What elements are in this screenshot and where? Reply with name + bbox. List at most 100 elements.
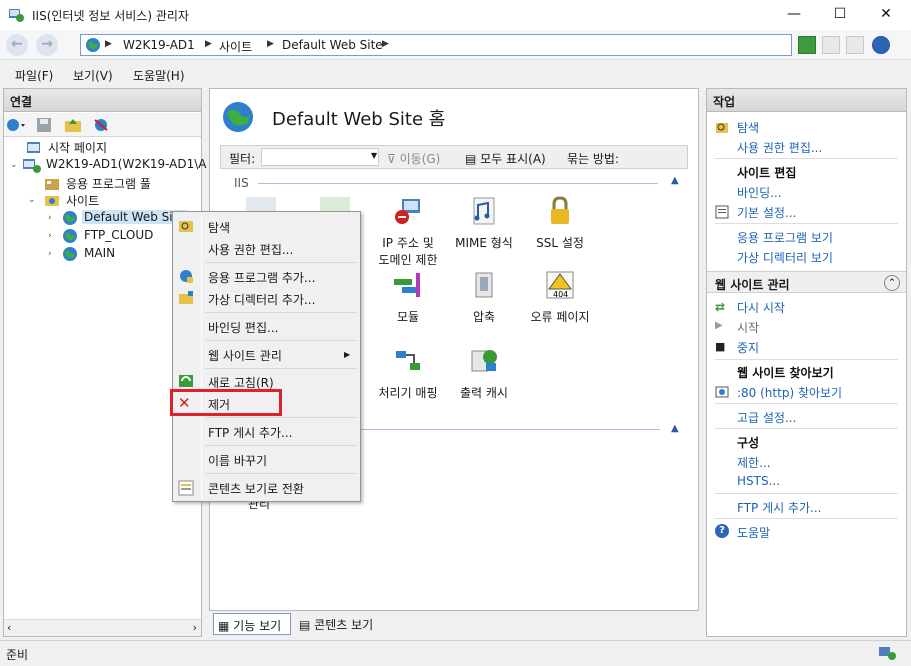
- ctx-edit-permissions[interactable]: 사용 권한 편집...: [208, 241, 293, 258]
- tab-features-view[interactable]: ▦ 기능 보기: [213, 613, 291, 635]
- configure-heading: 구성: [737, 436, 760, 450]
- globe-icon: [63, 247, 77, 261]
- action-view-applications[interactable]: 응용 프로그램 보기: [737, 229, 833, 246]
- expand-icon[interactable]: ›: [48, 231, 52, 241]
- feature-ssl[interactable]: SSL 설정: [520, 195, 600, 251]
- section-iis: IIS: [234, 176, 249, 190]
- chevron-down-icon[interactable]: ▼: [371, 151, 377, 160]
- tree-ftp-cloud[interactable]: FTP_CLOUD: [84, 228, 153, 242]
- actions-panel: 작업 탐색 사용 권한 편집... 사이트 편집 바인딩... 기본 설정...…: [706, 88, 907, 637]
- go-button[interactable]: ⊽ 이동(G): [387, 150, 440, 167]
- horizontal-scrollbar[interactable]: ‹ ›: [4, 619, 201, 636]
- refresh-icon[interactable]: [798, 36, 816, 54]
- feature-output-cache[interactable]: 출력 캐시: [444, 345, 524, 401]
- collapse-section-icon[interactable]: ▲: [671, 175, 679, 186]
- connect-icon[interactable]: [6, 117, 28, 133]
- feature-compression[interactable]: 압축: [444, 269, 524, 325]
- globe-icon: [223, 102, 253, 132]
- back-button[interactable]: ←: [6, 34, 28, 56]
- feature-ip-domain[interactable]: IP 주소 및 도메인 제한: [368, 195, 448, 268]
- ctx-add-application[interactable]: 응용 프로그램 추가...: [208, 269, 315, 286]
- warning-icon: 404: [546, 271, 574, 299]
- action-bindings[interactable]: 바인딩...: [737, 184, 782, 201]
- view-tabs: ▦ 기능 보기 ▤ 콘텐츠 보기: [209, 613, 699, 637]
- maximize-button[interactable]: ☐: [817, 0, 863, 30]
- tree-app-pools[interactable]: 응용 프로그램 풀: [66, 175, 151, 192]
- filter-input[interactable]: [261, 148, 379, 166]
- menu-view[interactable]: 보기(V): [73, 67, 113, 84]
- crumb-sites[interactable]: 사이트: [219, 38, 252, 55]
- status-text: 준비: [6, 648, 29, 662]
- page-title: Default Web Site 홈: [272, 109, 446, 130]
- action-restart[interactable]: 다시 시작: [737, 299, 785, 316]
- action-browse-80[interactable]: :80 (http) 찾아보기: [737, 384, 842, 401]
- show-all-label: 모두 표시(A): [480, 152, 546, 166]
- expand-icon[interactable]: ›: [48, 213, 52, 223]
- crumb-arrow-icon: ▶: [105, 39, 112, 49]
- content-view-icon: [178, 480, 194, 496]
- ctx-edit-bindings[interactable]: 바인딩 편집...: [208, 319, 278, 336]
- show-all-button[interactable]: ▤ 모두 표시(A): [465, 150, 546, 167]
- tree-default-web-site[interactable]: Default Web Site: [82, 210, 187, 224]
- scroll-right-icon[interactable]: ›: [193, 621, 197, 634]
- group-by-label[interactable]: 묶는 방법:: [567, 150, 619, 167]
- action-basic-settings[interactable]: 기본 설정...: [737, 204, 796, 221]
- action-start[interactable]: 시작: [737, 319, 759, 336]
- up-folder-icon[interactable]: [64, 117, 82, 133]
- app-pool-icon: [45, 179, 59, 190]
- menu-file[interactable]: 파일(F): [15, 67, 53, 84]
- ctx-switch-content-view[interactable]: 콘텐츠 보기로 전환: [208, 480, 304, 497]
- home-icon[interactable]: [846, 36, 864, 54]
- ctx-rename[interactable]: 이름 바꾸기: [208, 452, 267, 469]
- manage-site-heading-label: 웹 사이트 관리: [715, 278, 790, 292]
- ctx-add-ftp-publishing[interactable]: FTP 게시 추가...: [208, 424, 293, 441]
- ctx-add-virtual-dir[interactable]: 가상 디렉터리 추가...: [208, 291, 315, 308]
- ctx-explore[interactable]: 탐색: [208, 219, 230, 236]
- forward-button[interactable]: →: [36, 34, 58, 56]
- tab-content-view[interactable]: ▤ 콘텐츠 보기: [295, 613, 377, 635]
- action-advanced-settings[interactable]: 고급 설정...: [737, 409, 796, 426]
- menu-bar: 파일(F) 보기(V) 도움말(H): [0, 61, 911, 87]
- menu-help[interactable]: 도움말(H): [133, 67, 185, 84]
- ip-restrictions-icon: [395, 199, 420, 224]
- minimize-button[interactable]: —: [771, 0, 817, 30]
- feature-mime[interactable]: MIME 형식: [444, 195, 524, 251]
- collapse-icon[interactable]: ⌄: [10, 160, 18, 170]
- action-limits[interactable]: 제한...: [737, 454, 771, 471]
- scroll-left-icon[interactable]: ‹: [7, 621, 11, 634]
- tree-main[interactable]: MAIN: [84, 246, 115, 260]
- feature-error-pages[interactable]: 404 오류 페이지: [520, 269, 600, 325]
- collapse-icon[interactable]: ⌄: [28, 195, 36, 205]
- browse-icon: [715, 386, 729, 398]
- tree-sites[interactable]: 사이트: [66, 192, 99, 209]
- start-icon: ▶: [715, 320, 723, 331]
- refresh-icon: [179, 375, 193, 387]
- breadcrumb[interactable]: ▶ W2K19-AD1 ▶ 사이트 ▶ Default Web Site ▶: [80, 34, 792, 56]
- collapse-icon[interactable]: ⌃: [884, 275, 900, 291]
- globe-icon: [86, 38, 100, 52]
- action-edit-permissions[interactable]: 사용 권한 편집...: [737, 139, 822, 156]
- action-explore[interactable]: 탐색: [737, 119, 759, 136]
- action-view-virtual-dirs[interactable]: 가상 디렉터리 보기: [737, 249, 833, 266]
- feature-modules[interactable]: 모듈: [368, 269, 448, 325]
- action-stop[interactable]: 중지: [737, 339, 759, 356]
- output-cache-icon: [471, 350, 497, 372]
- tree-start-page[interactable]: 시작 페이지: [48, 139, 107, 156]
- action-add-ftp-publishing[interactable]: FTP 게시 추가...: [737, 499, 822, 516]
- tree-server[interactable]: W2K19-AD1(W2K19-AD1\A: [46, 157, 207, 171]
- expand-icon[interactable]: ›: [48, 249, 52, 259]
- stop-icon[interactable]: [822, 36, 840, 54]
- address-bar: ← → ▶ W2K19-AD1 ▶ 사이트 ▶ Default Web Site…: [0, 30, 911, 60]
- feature-handler-mappings[interactable]: 처리기 매핑: [368, 345, 448, 401]
- start-page-icon: [27, 142, 40, 153]
- disconnect-icon[interactable]: [92, 117, 110, 133]
- ctx-manage-site[interactable]: 웹 사이트 관리: [208, 347, 282, 364]
- action-help[interactable]: 도움말: [737, 524, 770, 541]
- crumb-default-web-site[interactable]: Default Web Site: [282, 38, 383, 52]
- action-hsts[interactable]: HSTS...: [737, 474, 780, 488]
- crumb-server[interactable]: W2K19-AD1: [123, 38, 195, 52]
- help-icon[interactable]: [872, 36, 890, 54]
- save-icon[interactable]: [36, 117, 52, 133]
- collapse-section-icon[interactable]: ▲: [671, 423, 679, 434]
- close-button[interactable]: ✕: [863, 0, 909, 30]
